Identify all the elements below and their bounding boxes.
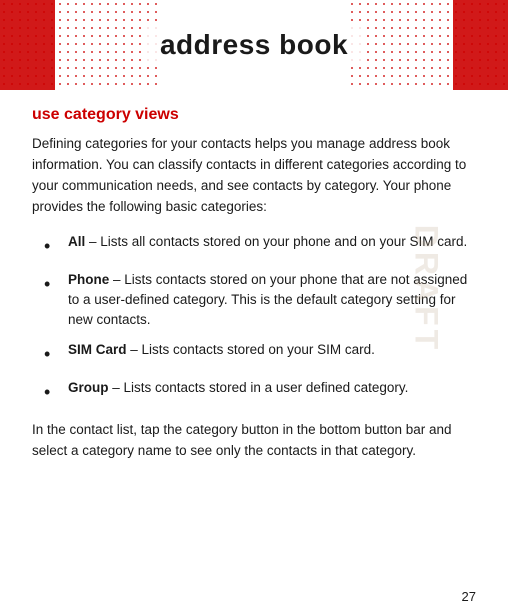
footer-paragraph: In the contact list, tap the category bu…	[32, 420, 476, 462]
list-item: • SIM Card – Lists contacts stored on yo…	[44, 340, 476, 368]
term-phone: Phone	[68, 272, 109, 287]
header-red-bar-right	[453, 0, 508, 90]
list-item: • Group – Lists contacts stored in a use…	[44, 378, 476, 406]
def-simcard: – Lists contacts stored on your SIM card…	[130, 342, 375, 357]
page-number: 27	[462, 589, 476, 604]
bullet-icon: •	[44, 341, 62, 368]
bullet-text-phone: Phone – Lists contacts stored on your ph…	[68, 270, 476, 331]
bullet-text-group: Group – Lists contacts stored in a user …	[68, 378, 476, 398]
header-red-bar-left	[0, 0, 55, 90]
bullet-icon: •	[44, 379, 62, 406]
category-list: • All – Lists all contacts stored on you…	[44, 232, 476, 407]
intro-paragraph: Defining categories for your contacts he…	[32, 134, 476, 218]
def-all: – Lists all contacts stored on your phon…	[89, 234, 467, 249]
term-simcard: SIM Card	[68, 342, 127, 357]
def-group: – Lists contacts stored in a user define…	[112, 380, 408, 395]
term-all: All	[68, 234, 85, 249]
list-item: • Phone – Lists contacts stored on your …	[44, 270, 476, 331]
bullet-text-all: All – Lists all contacts stored on your …	[68, 232, 476, 252]
page-title: address book	[144, 25, 364, 65]
page-header: address book	[0, 0, 508, 90]
list-item: • All – Lists all contacts stored on you…	[44, 232, 476, 260]
bullet-icon: •	[44, 271, 62, 298]
def-phone: – Lists contacts stored on your phone th…	[68, 272, 467, 328]
main-content: DRAFT use category views Defining catego…	[0, 90, 508, 488]
bullet-icon: •	[44, 233, 62, 260]
section-title: use category views	[32, 106, 476, 124]
term-group: Group	[68, 380, 109, 395]
bullet-text-simcard: SIM Card – Lists contacts stored on your…	[68, 340, 476, 360]
